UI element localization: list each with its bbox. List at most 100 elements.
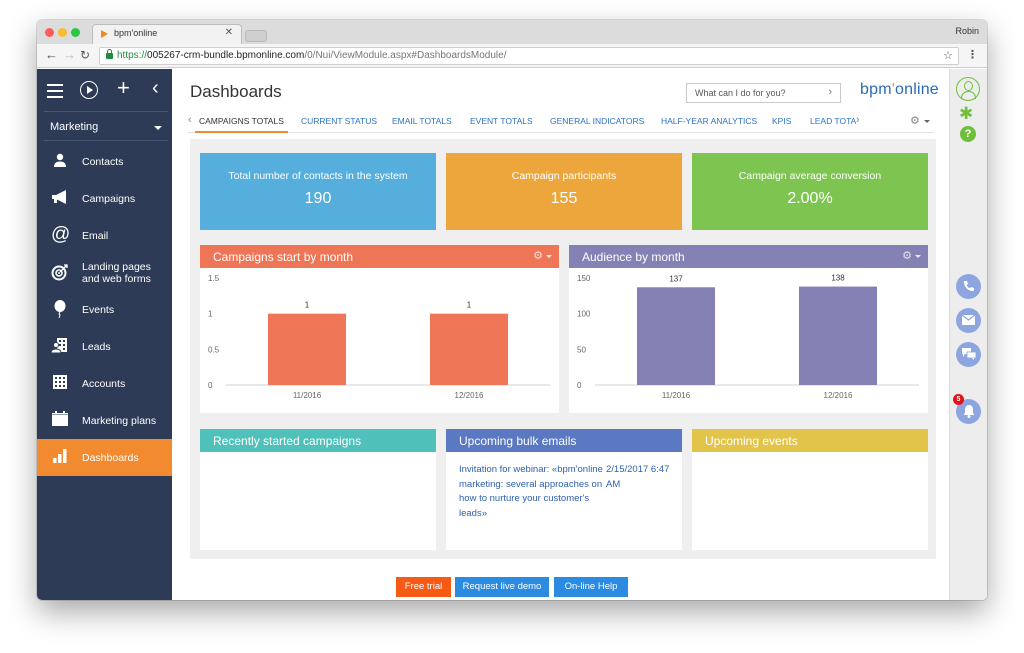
email-subject-link[interactable]: Invitation for webinar: «bpm'online mark… <box>459 463 604 521</box>
play-process-icon[interactable] <box>80 81 98 99</box>
tab-general-indicators[interactable]: GENERAL INDICATORS <box>550 116 644 126</box>
bookmark-star-icon[interactable]: ☆ <box>943 49 953 62</box>
request-live-demo-button[interactable]: Request live demo <box>455 577 549 597</box>
url-text[interactable]: https://005267-crm-bundle.bpmonline.com/… <box>117 50 506 61</box>
gear-icon[interactable]: ⚙ <box>902 249 912 262</box>
phone-icon[interactable] <box>956 274 981 299</box>
caret-down-icon[interactable] <box>915 255 921 258</box>
at-icon: @ <box>51 224 71 245</box>
sidebar-item-accounts[interactable]: Accounts <box>37 365 172 402</box>
collapse-sidebar-icon[interactable]: ‹ <box>152 78 159 98</box>
chat-icon[interactable] <box>956 342 981 367</box>
tab-current-status[interactable]: CURRENT STATUS <box>301 116 377 126</box>
gear-icon[interactable]: ⚙ <box>910 114 920 127</box>
browser-tab[interactable]: bpm'online ✕ <box>92 24 242 44</box>
kpi-campaign-average-conversion[interactable]: Campaign average conversion 2.00% <box>692 153 928 230</box>
email-icon[interactable] <box>956 308 981 333</box>
forward-arrow-icon[interactable]: → <box>63 48 76 62</box>
y-tick-label: 0 <box>208 381 213 390</box>
add-icon[interactable]: + <box>117 77 130 99</box>
data-label: 137 <box>669 274 683 283</box>
logo-part: online <box>895 81 939 98</box>
lock-icon <box>106 49 113 59</box>
command-line-input[interactable]: What can I do for you? › <box>686 83 841 103</box>
sidebar-item-leads[interactable]: Leads <box>37 328 172 365</box>
chart-title: Audience by month <box>582 250 685 264</box>
chart-plot: 0 0.5 1 1.5 1 11/2016 1 12/2016 <box>208 274 550 400</box>
browser-menu-icon[interactable]: ⋮ <box>967 48 978 61</box>
minimize-window-button[interactable] <box>58 28 67 37</box>
bar <box>430 313 508 385</box>
sidebar-item-marketing-plans[interactable]: Marketing plans <box>37 402 172 439</box>
sidebar-item-label: Accounts <box>82 378 126 390</box>
back-arrow-icon[interactable]: ← <box>45 48 58 62</box>
kpi-campaign-participants[interactable]: Campaign participants 155 <box>446 153 682 230</box>
main-content: Dashboards What can I do for you? › bpm'… <box>172 69 949 600</box>
caret-down-icon[interactable] <box>924 120 930 123</box>
kpi-label: Campaign average conversion <box>738 170 882 182</box>
tab-email-totals[interactable]: EMAIL TOTALS <box>392 116 452 126</box>
address-bar[interactable]: https://005267-crm-bundle.bpmonline.com/… <box>99 47 959 65</box>
tab-event-totals[interactable]: EVENT TOTALS <box>470 116 533 126</box>
y-tick-label: 150 <box>577 274 591 283</box>
x-tick-label: 11/2016 <box>293 391 322 400</box>
hamburger-menu-icon[interactable] <box>47 84 63 98</box>
chart-title: Campaigns start by month <box>213 250 354 264</box>
caret-down-icon[interactable] <box>546 255 552 258</box>
caret-down-icon[interactable] <box>154 126 162 130</box>
sidebar-item-email[interactable]: @ Email <box>37 217 172 254</box>
sidebar-item-dashboards[interactable]: Dashboards <box>37 439 172 476</box>
chevron-right-icon[interactable]: › <box>828 86 832 98</box>
page-title: Dashboards <box>190 82 282 101</box>
help-icon[interactable]: ? <box>960 126 976 142</box>
widget-header: Upcoming events <box>692 429 928 452</box>
gear-icon[interactable]: ⚙ <box>533 249 543 262</box>
widget-header: Upcoming bulk emails <box>446 429 682 452</box>
url-host: 005267-crm-bundle.bpmonline.com <box>147 50 305 61</box>
kpi-total-contacts[interactable]: Total number of contacts in the system 1… <box>200 153 436 230</box>
maximize-window-button[interactable] <box>71 28 80 37</box>
close-tab-icon[interactable]: ✕ <box>225 27 233 38</box>
close-window-button[interactable] <box>45 28 54 37</box>
sidebar-item-events[interactable]: Events <box>37 291 172 328</box>
tabs-scroll-right-icon[interactable]: › <box>856 114 860 126</box>
dashboard-canvas: Total number of contacts in the system 1… <box>190 139 936 559</box>
tabs-scroll-left-icon[interactable]: ‹ <box>188 114 192 126</box>
sidebar-divider <box>44 111 168 112</box>
data-label: 138 <box>831 274 845 283</box>
widget-header: Audience by month ⚙ <box>569 245 928 268</box>
tab-kpis[interactable]: KPIS <box>772 116 791 126</box>
sidebar-item-contacts[interactable]: Contacts <box>37 143 172 180</box>
browser-profile-name[interactable]: Robin <box>955 26 979 36</box>
y-tick-label: 1.5 <box>208 274 220 283</box>
sidebar-item-campaigns[interactable]: Campaigns <box>37 180 172 217</box>
settings-gear-icon[interactable]: ✱ <box>959 105 973 122</box>
free-trial-button[interactable]: Free trial <box>396 577 451 597</box>
workplace-selector[interactable]: Marketing <box>50 121 98 133</box>
chart-widget-campaigns-start: Campaigns start by month ⚙ 0 0.5 1 1.5 1 11/2… <box>200 245 559 413</box>
y-tick-label: 0 <box>577 381 582 390</box>
new-tab-button[interactable] <box>245 30 267 42</box>
sidebar-item-label: Events <box>82 304 115 316</box>
tab-lead-totals[interactable]: LEAD TOTA <box>810 116 856 126</box>
reload-icon[interactable]: ↻ <box>80 48 90 62</box>
profile-icon[interactable] <box>956 77 980 101</box>
x-tick-label: 12/2016 <box>455 391 484 400</box>
balloon-icon <box>51 300 69 319</box>
sidebar-item-label: Landing pages <box>82 261 151 273</box>
command-line-placeholder: What can I do for you? <box>695 88 786 98</box>
kpi-value: 155 <box>550 190 578 207</box>
kpi-value: 2.00% <box>787 190 833 207</box>
notification-count-badge: 5 <box>953 394 964 405</box>
widget-recent-campaigns: Recently started campaigns <box>200 429 436 550</box>
online-help-button[interactable]: On-line Help <box>554 577 628 597</box>
chart-widget-audience: Audience by month ⚙ 0 50 100 150 137 11/2016 1… <box>569 245 928 413</box>
tab-half-year-analytics[interactable]: HALF-YEAR ANALYTICS <box>661 116 757 126</box>
widget-title: Recently started campaigns <box>213 434 362 448</box>
tab-campaigns-totals[interactable]: CAMPAIGNS TOTALS <box>195 116 288 133</box>
browser-window: bpm'online ✕ Robin ← → ↻ https://005267-… <box>37 20 987 600</box>
y-tick-label: 1 <box>208 310 213 319</box>
widget-title: Upcoming bulk emails <box>459 434 577 448</box>
sidebar-item-landing-pages[interactable]: Landing pages and web forms <box>37 254 172 291</box>
app: + ‹ Marketing Contacts Campaigns @ Email… <box>37 69 987 600</box>
